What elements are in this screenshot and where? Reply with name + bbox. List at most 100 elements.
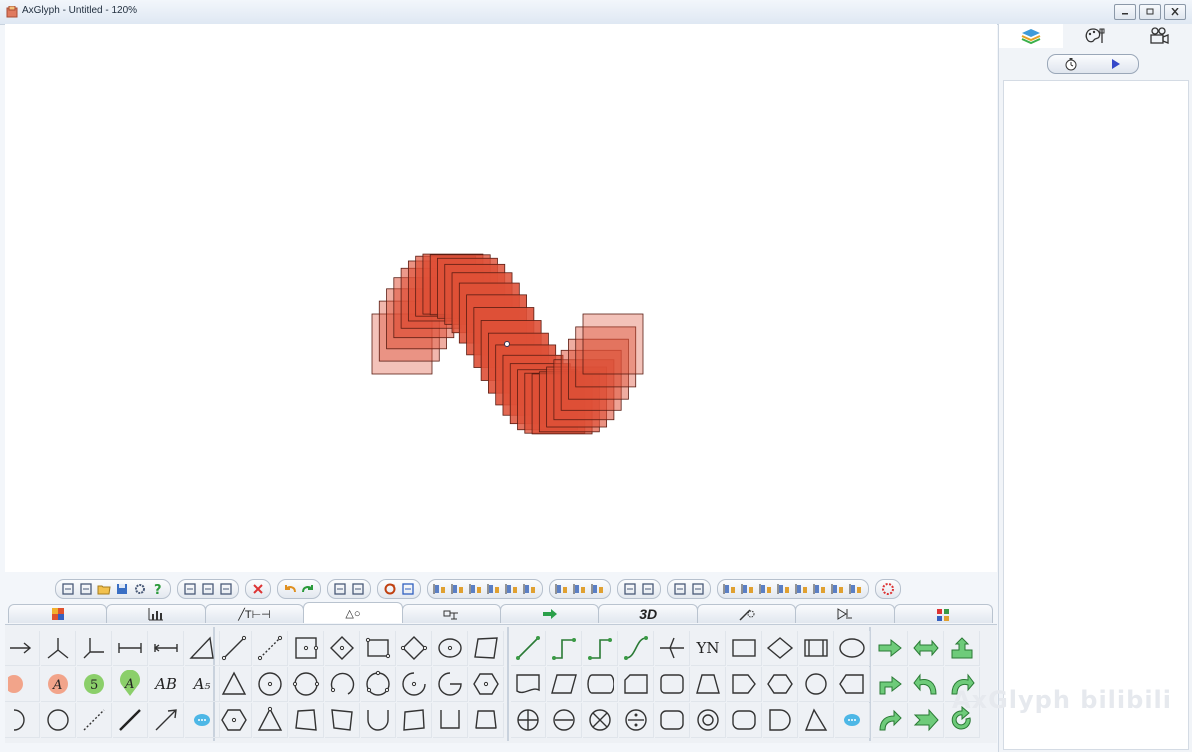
arc-center-tool[interactable] — [397, 667, 432, 702]
quad-2-tool[interactable] — [325, 703, 360, 738]
junction-tool[interactable] — [655, 631, 690, 666]
divide-tool[interactable] — [619, 703, 654, 738]
trail-square[interactable] — [582, 313, 644, 375]
space-7-button[interactable] — [830, 581, 846, 597]
connector-step-tool[interactable] — [583, 631, 618, 666]
minimize-button[interactable] — [1114, 4, 1136, 20]
minus-tool[interactable] — [547, 703, 582, 738]
text-a5-tool[interactable]: A₅ — [185, 667, 220, 702]
rect-tool[interactable] — [361, 631, 396, 666]
decision-tool[interactable] — [763, 631, 798, 666]
dist-h-button[interactable] — [554, 581, 570, 597]
document-tool[interactable] — [511, 667, 546, 702]
dimension-arrow-tool[interactable] — [149, 631, 184, 666]
terminal-tool[interactable] — [835, 631, 870, 666]
settings-button[interactable] — [132, 581, 148, 597]
save-button[interactable] — [114, 581, 130, 597]
quad-tool[interactable] — [289, 703, 324, 738]
badge-5-tool[interactable]: 5 — [77, 667, 112, 702]
arc-left-tool[interactable] — [5, 703, 40, 738]
space-4-button[interactable] — [776, 581, 792, 597]
rect-center-tool[interactable] — [289, 631, 324, 666]
layers-tab[interactable] — [999, 24, 1063, 48]
arrow-split-block-tool[interactable] — [945, 631, 980, 666]
delete-button[interactable] — [250, 581, 266, 597]
arrow-line-tool[interactable] — [149, 703, 184, 738]
data-tool[interactable] — [547, 667, 582, 702]
paste-button[interactable] — [218, 581, 234, 597]
arrow-chevron-block-tool[interactable] — [909, 703, 944, 738]
round-quad-tool[interactable] — [469, 703, 504, 738]
right-tri-tool[interactable] — [799, 703, 834, 738]
open-button[interactable] — [96, 581, 112, 597]
align-center-button[interactable] — [450, 581, 466, 597]
card-tool[interactable] — [619, 667, 654, 702]
dashed-line-tool[interactable] — [77, 703, 112, 738]
yn-label-tool[interactable]: YN — [691, 631, 726, 666]
pentagon-tool[interactable] — [727, 667, 762, 702]
triangle-2-tool[interactable] — [253, 703, 288, 738]
help-button[interactable]: ? — [150, 581, 166, 597]
target-tool[interactable] — [691, 703, 726, 738]
dimension-tool[interactable] — [113, 631, 148, 666]
xor-tool[interactable] — [583, 703, 618, 738]
quad-3-tool[interactable] — [397, 703, 432, 738]
triangle-tool[interactable] — [217, 667, 252, 702]
ellipse-tool[interactable] — [433, 631, 468, 666]
tab-color-swatch[interactable] — [8, 604, 108, 623]
effects-button[interactable] — [880, 581, 896, 597]
badge-a-tool[interactable]: A — [41, 667, 76, 702]
tab-circuit[interactable] — [401, 604, 502, 623]
align-bottom-button[interactable] — [522, 581, 538, 597]
diamond-2-tool[interactable] — [397, 631, 432, 666]
group-button[interactable] — [622, 581, 638, 597]
trapezoid-tool[interactable] — [691, 667, 726, 702]
cut-button[interactable] — [182, 581, 198, 597]
align-middle-button[interactable] — [504, 581, 520, 597]
arc-tool[interactable] — [325, 667, 360, 702]
close-button[interactable] — [1164, 4, 1186, 20]
arrow-curve-left-block-tool[interactable] — [909, 667, 944, 702]
parallelogram-tool[interactable] — [469, 631, 504, 666]
storage-tool[interactable] — [583, 667, 618, 702]
delay-tool[interactable] — [763, 703, 798, 738]
space-1-button[interactable] — [722, 581, 738, 597]
redo-button[interactable] — [300, 581, 316, 597]
play-button[interactable] — [1093, 55, 1138, 73]
connector-line-tool[interactable] — [511, 631, 546, 666]
connector-curve-tool[interactable] — [619, 631, 654, 666]
arrow-right-block-tool[interactable] — [873, 631, 908, 666]
rounded-process-tool[interactable] — [655, 703, 690, 738]
callout-tool[interactable] — [185, 703, 220, 738]
grid-snap-button[interactable] — [332, 581, 348, 597]
flip-button[interactable] — [400, 581, 416, 597]
back-button[interactable] — [690, 581, 706, 597]
space-6-button[interactable] — [812, 581, 828, 597]
callout-2-tool[interactable] — [835, 703, 870, 738]
alt-process-tool[interactable] — [727, 703, 762, 738]
front-button[interactable] — [672, 581, 688, 597]
circle-center-tool[interactable] — [253, 667, 288, 702]
tab-grid[interactable] — [893, 604, 994, 623]
tab-diode[interactable] — [795, 604, 895, 623]
tab-text-line[interactable]: ╱T⊢⊣ — [204, 604, 305, 623]
rotate-button[interactable] — [382, 581, 398, 597]
line-tool[interactable] — [217, 631, 252, 666]
animation-tab[interactable] — [1127, 24, 1191, 48]
subprocess-tool[interactable] — [799, 631, 834, 666]
tab-chart[interactable] — [106, 604, 206, 623]
or-tool[interactable] — [511, 703, 546, 738]
dist-center-button[interactable] — [590, 581, 606, 597]
space-3-button[interactable] — [758, 581, 774, 597]
tab-shapes[interactable]: △○ — [303, 602, 403, 623]
dist-v-button[interactable] — [572, 581, 588, 597]
sector-tool[interactable] — [433, 667, 468, 702]
timer-button[interactable] — [1048, 55, 1093, 73]
connector-circle-tool[interactable] — [799, 667, 834, 702]
thick-line-tool[interactable] — [113, 703, 148, 738]
offpage-tool[interactable] — [835, 667, 870, 702]
copy-button[interactable] — [200, 581, 216, 597]
hexagon-tool[interactable] — [469, 667, 504, 702]
hexagon-flow-tool[interactable] — [763, 667, 798, 702]
tab-3d[interactable]: 3D — [598, 604, 698, 623]
